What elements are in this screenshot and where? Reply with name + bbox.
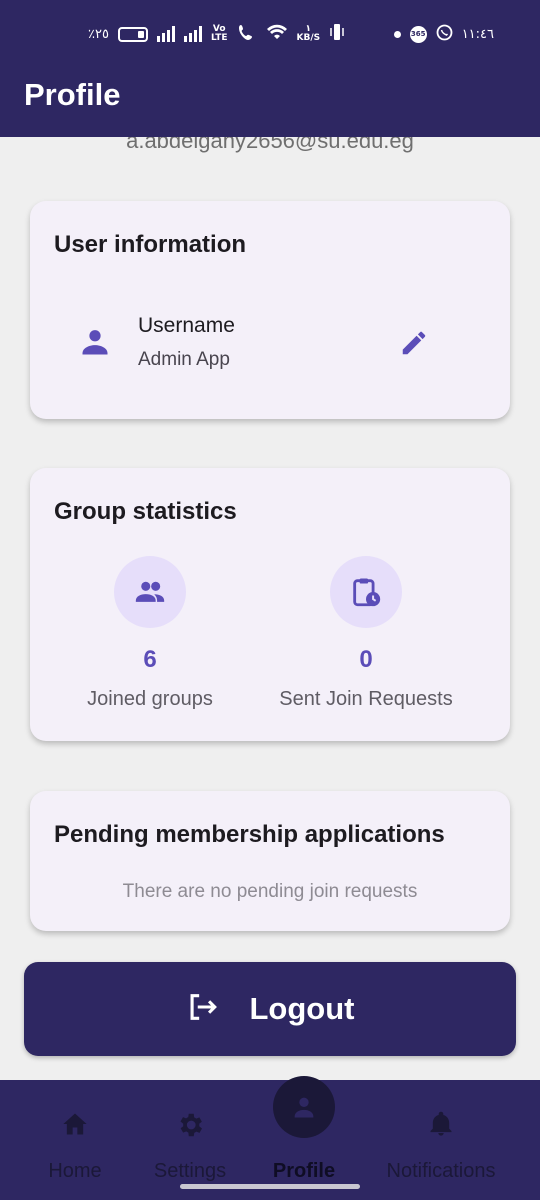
logout-button[interactable]: Logout — [24, 962, 516, 1056]
group-statistics-title: Group statistics — [54, 498, 237, 525]
nav-notifications[interactable]: Notifications — [371, 1080, 511, 1200]
app-badge-icon: 365 — [409, 25, 427, 43]
nav-profile[interactable]: Profile — [259, 1076, 349, 1200]
battery-icon — [117, 26, 148, 42]
pending-empty-message: There are no pending join requests — [122, 881, 418, 902]
pending-applications-title: Pending membership applications — [54, 821, 445, 848]
status-bar: ٪٢٥ Vo LTE ١ KB/S 365 ١١:٤٦ — [88, 18, 494, 50]
group-icon — [114, 556, 186, 628]
clock-time: ١١:٤٦ — [461, 26, 494, 42]
signal-icon — [156, 26, 175, 42]
logout-label: Logout — [249, 991, 355, 1026]
nav-notifications-label: Notifications — [386, 1160, 496, 1182]
username-value: Admin App — [138, 349, 230, 370]
person-icon — [80, 327, 110, 362]
user-information-card: User information Username Admin App — [30, 201, 510, 419]
whatsapp-icon — [436, 24, 453, 45]
nav-settings[interactable]: Settings — [140, 1080, 240, 1200]
username-label: Username — [138, 314, 235, 337]
home-icon — [61, 1110, 89, 1143]
gear-icon — [175, 1110, 205, 1145]
sent-join-requests-count: 0 — [359, 646, 373, 673]
wifi-calling-icon — [237, 23, 257, 45]
app-bar: ٪٢٥ Vo LTE ١ KB/S 365 ١١:٤٦ Profile — [0, 0, 540, 137]
person-icon — [273, 1076, 335, 1138]
battery-percent: ٪٢٥ — [88, 26, 109, 42]
bell-icon — [427, 1110, 455, 1143]
logout-icon — [185, 990, 219, 1029]
joined-groups-label: Joined groups — [87, 688, 213, 710]
bottom-navigation: Home Settings Profile Notifications — [0, 1076, 540, 1200]
status-right: 365 ١١:٤٦ — [393, 24, 494, 45]
page-title: Profile — [24, 77, 121, 112]
pending-applications-card: Pending membership applications There ar… — [30, 791, 510, 931]
nav-profile-label: Profile — [272, 1160, 336, 1182]
clipboard-clock-icon — [330, 556, 402, 628]
vibrate-icon — [329, 23, 345, 45]
group-statistics-card: Group statistics 6 Joined groups 0 Sent … — [30, 468, 510, 741]
nav-settings-label: Settings — [153, 1160, 227, 1182]
home-indicator[interactable] — [180, 1184, 360, 1189]
sent-join-requests-label: Sent Join Requests — [279, 688, 453, 710]
status-left: ٪٢٥ Vo LTE ١ KB/S — [88, 23, 345, 45]
signal-icon-2 — [183, 26, 202, 42]
nav-home-label: Home — [48, 1160, 102, 1182]
data-speed: ١ KB/S — [296, 24, 321, 43]
joined-groups-stat: 6 Joined groups — [35, 556, 265, 711]
nav-home[interactable]: Home — [35, 1080, 115, 1200]
sent-join-requests-stat: 0 Sent Join Requests — [251, 556, 481, 711]
wifi-icon — [266, 24, 288, 44]
edit-username-button[interactable] — [394, 325, 434, 365]
edit-pencil-icon — [399, 328, 429, 363]
notification-dot-icon — [393, 30, 401, 38]
user-information-title: User information — [54, 231, 247, 258]
volte-indicator: Vo LTE — [210, 24, 228, 43]
joined-groups-count: 6 — [143, 646, 157, 673]
